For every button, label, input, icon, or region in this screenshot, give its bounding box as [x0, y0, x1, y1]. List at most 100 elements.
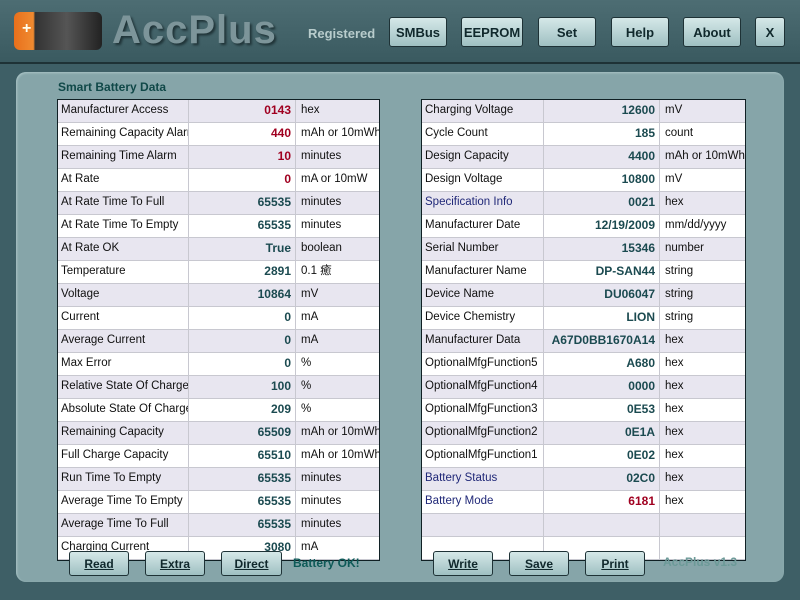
- field-unit: %: [301, 403, 312, 415]
- table-row[interactable]: Remaining Time Alarm 10 minutes: [58, 146, 379, 169]
- field-value: 65535: [189, 491, 296, 513]
- set-button[interactable]: Set: [538, 17, 596, 47]
- field-unit: minutes: [301, 150, 342, 162]
- table-row[interactable]: Manufacturer Access 0143 hex: [58, 100, 379, 123]
- table-row[interactable]: Absolute State Of Charge 209%: [58, 399, 379, 422]
- table-row[interactable]: [422, 514, 745, 537]
- table-row[interactable]: At Rate OK True boolean: [58, 238, 379, 261]
- left-data-grid[interactable]: Manufacturer Access 0143 hex Remaining Capa…: [57, 99, 380, 561]
- registration-status: Registered: [308, 26, 376, 41]
- save-button[interactable]: Save: [509, 551, 569, 576]
- table-row[interactable]: OptionalMfgFunction4 0000 hex: [422, 376, 745, 399]
- field-label: OptionalMfgFunction5: [422, 353, 544, 375]
- field-unit: mm/dd/yyyy: [665, 219, 727, 231]
- table-row[interactable]: Manufacturer Name DP-SAN44 string: [422, 261, 745, 284]
- table-row[interactable]: At Rate Time To Empty 65535 minutes: [58, 215, 379, 238]
- battery-status-text: Battery OK!: [293, 556, 360, 570]
- table-row[interactable]: Average Current 0 mA: [58, 330, 379, 353]
- table-row[interactable]: Remaining Capacity 65509 mAh or 10mWh: [58, 422, 379, 445]
- field-value: 440: [189, 123, 296, 145]
- field-unit: hex: [665, 196, 684, 208]
- table-row[interactable]: OptionalMfgFunction5 A680 hex: [422, 353, 745, 376]
- field-label: Design Voltage: [422, 169, 544, 191]
- write-button[interactable]: Write: [433, 551, 493, 576]
- table-row[interactable]: Temperature 2891 0.1 癒: [58, 261, 379, 284]
- close-button[interactable]: X: [755, 17, 785, 47]
- table-row[interactable]: Battery Mode 6181 hex: [422, 491, 745, 514]
- field-value: 0E02: [544, 445, 660, 467]
- table-row[interactable]: Device Chemistry LION string: [422, 307, 745, 330]
- table-row[interactable]: OptionalMfgFunction3 0E53 hex: [422, 399, 745, 422]
- field-unit: hex: [665, 334, 684, 346]
- field-value: 10800: [544, 169, 660, 191]
- field-label: Battery Status: [422, 468, 544, 490]
- table-row[interactable]: Max Error 0%: [58, 353, 379, 376]
- eeprom-button[interactable]: EEPROM: [461, 17, 523, 47]
- table-row[interactable]: Relative State Of Charge 100%: [58, 376, 379, 399]
- field-unit: mA or 10mW: [301, 173, 368, 185]
- table-row[interactable]: Serial Number 15346 number: [422, 238, 745, 261]
- field-label: Specification Info: [422, 192, 544, 214]
- direct-button[interactable]: Direct: [221, 551, 282, 576]
- field-value: 0021: [544, 192, 660, 214]
- field-unit: string: [665, 311, 694, 323]
- read-button[interactable]: Read: [69, 551, 129, 576]
- table-row[interactable]: Charging Voltage 12600 mV: [422, 100, 745, 123]
- field-label: At Rate OK: [58, 238, 189, 260]
- table-row[interactable]: Run Time To Empty 65535 minutes: [58, 468, 379, 491]
- field-label: Absolute State Of Charge: [58, 399, 189, 421]
- print-button[interactable]: Print: [585, 551, 645, 576]
- field-unit: count: [665, 127, 694, 139]
- table-row[interactable]: At Rate 0 mA or 10mW: [58, 169, 379, 192]
- table-row[interactable]: Full Charge Capacity 65510 mAh or 10mWh: [58, 445, 379, 468]
- table-row[interactable]: OptionalMfgFunction2 0E1A hex: [422, 422, 745, 445]
- table-row[interactable]: At Rate Time To Full 65535 minutes: [58, 192, 379, 215]
- field-label: At Rate Time To Full: [58, 192, 189, 214]
- field-unit: 0.1 癒: [301, 265, 332, 277]
- field-label: Remaining Capacity Alarm: [58, 123, 189, 145]
- smbus-button[interactable]: SMBus: [389, 17, 447, 47]
- field-unit: hex: [665, 495, 684, 507]
- field-unit: hex: [665, 449, 684, 461]
- right-data-grid[interactable]: Charging Voltage 12600 mV Cycle Count 185 cou…: [421, 99, 746, 561]
- field-unit: minutes: [301, 495, 342, 507]
- field-value: A67D0BB1670A14: [544, 330, 660, 352]
- extra-button[interactable]: Extra: [145, 551, 205, 576]
- field-value: 6181: [544, 491, 660, 513]
- table-row[interactable]: Battery Status 02C0 hex: [422, 468, 745, 491]
- about-button[interactable]: About: [683, 17, 741, 47]
- field-value: True: [189, 238, 296, 260]
- table-row[interactable]: Current 0 mA: [58, 307, 379, 330]
- field-label: Temperature: [58, 261, 189, 283]
- panel-title: Smart Battery Data: [58, 80, 167, 94]
- field-value: 0: [189, 353, 296, 375]
- help-button[interactable]: Help: [611, 17, 669, 47]
- field-label: Remaining Time Alarm: [58, 146, 189, 168]
- field-label: Manufacturer Date: [422, 215, 544, 237]
- field-label: Device Chemistry: [422, 307, 544, 329]
- table-row[interactable]: Manufacturer Data A67D0BB1670A14 hex: [422, 330, 745, 353]
- field-label: Serial Number: [422, 238, 544, 260]
- table-row[interactable]: Average Time To Empty 65535 minutes: [58, 491, 379, 514]
- table-row[interactable]: Design Voltage 10800 mV: [422, 169, 745, 192]
- table-row[interactable]: Manufacturer Date 12/19/2009 mm/dd/yyyy: [422, 215, 745, 238]
- table-row[interactable]: Device Name DU06047 string: [422, 284, 745, 307]
- table-row[interactable]: Specification Info 0021 hex: [422, 192, 745, 215]
- table-row[interactable]: Average Time To Full 65535 minutes: [58, 514, 379, 537]
- field-label: Relative State Of Charge: [58, 376, 189, 398]
- field-value: 10864: [189, 284, 296, 306]
- table-row[interactable]: Voltage 10864 mV: [58, 284, 379, 307]
- field-unit: hex: [665, 357, 684, 369]
- header-bar: + AccPlus Registered SMBus EEPROM Set He…: [0, 0, 800, 64]
- field-value: 209: [189, 399, 296, 421]
- field-unit: number: [665, 242, 704, 254]
- table-row[interactable]: Design Capacity 4400 mAh or 10mWh: [422, 146, 745, 169]
- field-value: 65535: [189, 192, 296, 214]
- table-row[interactable]: Remaining Capacity Alarm 440 mAh or 10mWh: [58, 123, 379, 146]
- table-row[interactable]: OptionalMfgFunction1 0E02 hex: [422, 445, 745, 468]
- table-row[interactable]: Cycle Count 185 count: [422, 123, 745, 146]
- field-unit: mAh or 10mWh: [301, 449, 379, 461]
- field-label: Cycle Count: [422, 123, 544, 145]
- field-label: Remaining Capacity: [58, 422, 189, 444]
- field-label: Battery Mode: [422, 491, 544, 513]
